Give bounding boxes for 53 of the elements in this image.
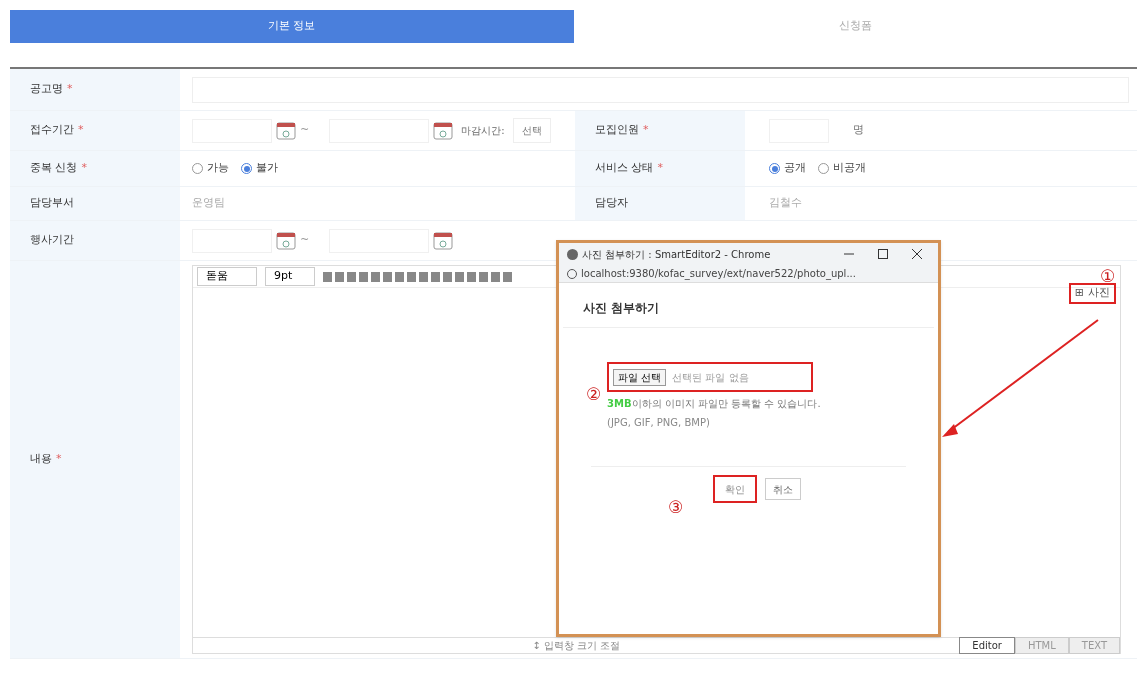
unit-text: 명 — [853, 122, 864, 139]
required-mark: * — [56, 451, 62, 468]
department-value: 운영팀 — [192, 195, 225, 212]
size-select[interactable]: 9pt — [265, 267, 315, 286]
step-marker: ③ — [668, 499, 684, 516]
file-select-button[interactable]: 파일 선택 — [613, 368, 667, 386]
window-title: 사진 첨부하기 : SmartEditor2 - Chrome — [582, 247, 772, 262]
formatting-toolbar-icon[interactable] — [323, 270, 513, 283]
radio-option[interactable]: 비공개 — [818, 160, 866, 177]
field-label: 공고명 * — [10, 69, 180, 110]
resize-handle[interactable]: ↕ 입력창 크기 조절 — [193, 638, 960, 653]
size-note: 3MB이하의 이미지 파일만 등록할 수 있습니다. — [607, 397, 822, 411]
required-mark: * — [67, 81, 73, 98]
radio-option[interactable]: 공개 — [769, 160, 806, 177]
radio-option[interactable]: 가능 — [192, 160, 229, 177]
calendar-icon[interactable] — [433, 231, 454, 250]
maximize-icon[interactable] — [878, 249, 888, 259]
field-label: 모집인원 * — [575, 111, 745, 150]
manager-value: 김철수 — [769, 195, 802, 212]
required-mark: * — [643, 122, 649, 139]
required-mark: * — [657, 160, 663, 177]
step-marker: ① — [1100, 268, 1116, 285]
file-status: 선택된 파일 없음 — [672, 370, 749, 385]
range-separator: ~ — [300, 232, 310, 249]
range-separator: ~ — [300, 122, 310, 139]
deadline-label: 마감시간: — [461, 124, 505, 138]
calendar-icon[interactable] — [433, 121, 454, 140]
format-note: (JPG, GIF, PNG, BMP) — [607, 416, 711, 430]
tab[interactable]: 기본 정보 — [10, 10, 574, 43]
field-label: 서비스 상태 * — [575, 151, 745, 186]
field-label: 담당자 — [575, 187, 745, 220]
radio-option[interactable]: 불가 — [241, 160, 278, 177]
field-label: 중복 신청 * — [10, 151, 180, 186]
calendar-icon[interactable] — [276, 231, 296, 250]
required-mark: * — [78, 122, 84, 139]
close-icon[interactable] — [912, 249, 922, 259]
image-icon: ⊞ — [1074, 285, 1084, 302]
popup-heading: 사진 첨부하기 — [583, 301, 660, 315]
field-label: 내용 * — [10, 261, 180, 658]
calendar-icon[interactable] — [276, 121, 296, 140]
field-label: 행사기간 — [10, 221, 180, 260]
step-marker: ② — [586, 386, 602, 403]
field-label: 담당부서 — [10, 187, 180, 220]
photo-button[interactable]: ⊞ 사진 — [1068, 283, 1116, 304]
url-text: localhost:9380/kofac_survey/ext/naver522/photo_upl... — [581, 267, 856, 281]
cancel-button[interactable]: 취소 — [764, 478, 801, 500]
deadline-select[interactable]: 선택 — [512, 118, 551, 143]
required-mark: * — [81, 160, 87, 177]
file-field[interactable]: 파일 선택 선택된 파일 없음 — [607, 362, 813, 392]
ok-button[interactable]: 확인 — [712, 475, 757, 503]
font-select[interactable]: 돋움 — [197, 267, 257, 286]
field-label: 접수기간 * — [10, 111, 180, 150]
mode-tab[interactable]: Editor — [959, 637, 1015, 654]
